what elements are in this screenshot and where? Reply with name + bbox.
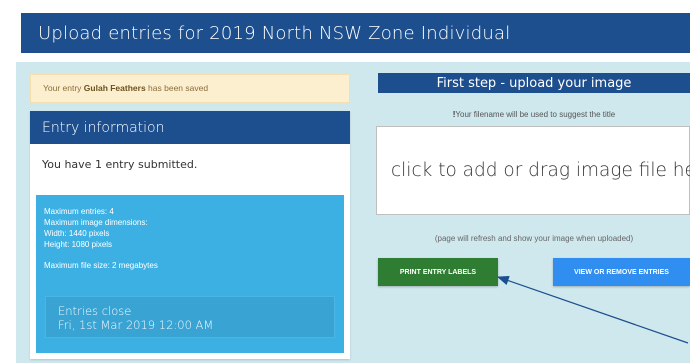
page-title: Upload entries for 2019 North NSW Zone I… bbox=[38, 22, 511, 44]
entries-close-box: Entries close Fri, 1st Mar 2019 12:00 AM bbox=[45, 296, 335, 338]
upload-step-title: First step - upload your image bbox=[378, 73, 690, 93]
entries-close-date: Fri, 1st Mar 2019 12:00 AM bbox=[58, 318, 214, 332]
entry-panel-title: Entry information bbox=[42, 119, 165, 136]
entries-summary: You have 1 entry submitted. bbox=[42, 158, 198, 171]
max-width: Width: 1440 pixels bbox=[44, 229, 110, 238]
image-dropzone[interactable]: click to add or drag image file here bbox=[376, 126, 690, 215]
print-entry-labels-button[interactable]: PRINT ENTRY LABELS bbox=[378, 258, 498, 286]
filename-note: !Your filename will be used to suggest t… bbox=[378, 110, 690, 119]
max-dimensions: Maximum image dimensions: bbox=[44, 218, 148, 227]
refresh-note: (page will refresh and show your image w… bbox=[434, 234, 634, 243]
page-header: Upload entries for 2019 North NSW Zone I… bbox=[21, 13, 690, 53]
upload-page: Upload entries for 2019 North NSW Zone I… bbox=[0, 0, 690, 363]
max-height: Height: 1080 pixels bbox=[44, 240, 113, 249]
alert-prefix: Your entry bbox=[43, 83, 84, 93]
entries-close-label: Entries close bbox=[58, 304, 132, 318]
entry-limits-box: Maximum entries: 4 Maximum image dimensi… bbox=[36, 195, 344, 353]
max-file-size: Maximum file size: 2 megabytes bbox=[44, 261, 158, 270]
filename-note-text: Your filename will be used to suggest th… bbox=[455, 110, 616, 119]
entry-information-panel: Entry information You have 1 entry submi… bbox=[30, 111, 350, 359]
max-entries: Maximum entries: 4 bbox=[44, 207, 114, 216]
view-remove-entries-button[interactable]: VIEW OR REMOVE ENTRIES bbox=[553, 258, 690, 286]
saved-alert: Your entry Gulah Feathers has been saved bbox=[30, 74, 350, 103]
alert-suffix: has been saved bbox=[145, 83, 209, 93]
alert-entry-name: Gulah Feathers bbox=[83, 83, 146, 93]
entry-panel-header: Entry information bbox=[30, 111, 350, 144]
dropzone-text: click to add or drag image file here bbox=[391, 160, 690, 181]
